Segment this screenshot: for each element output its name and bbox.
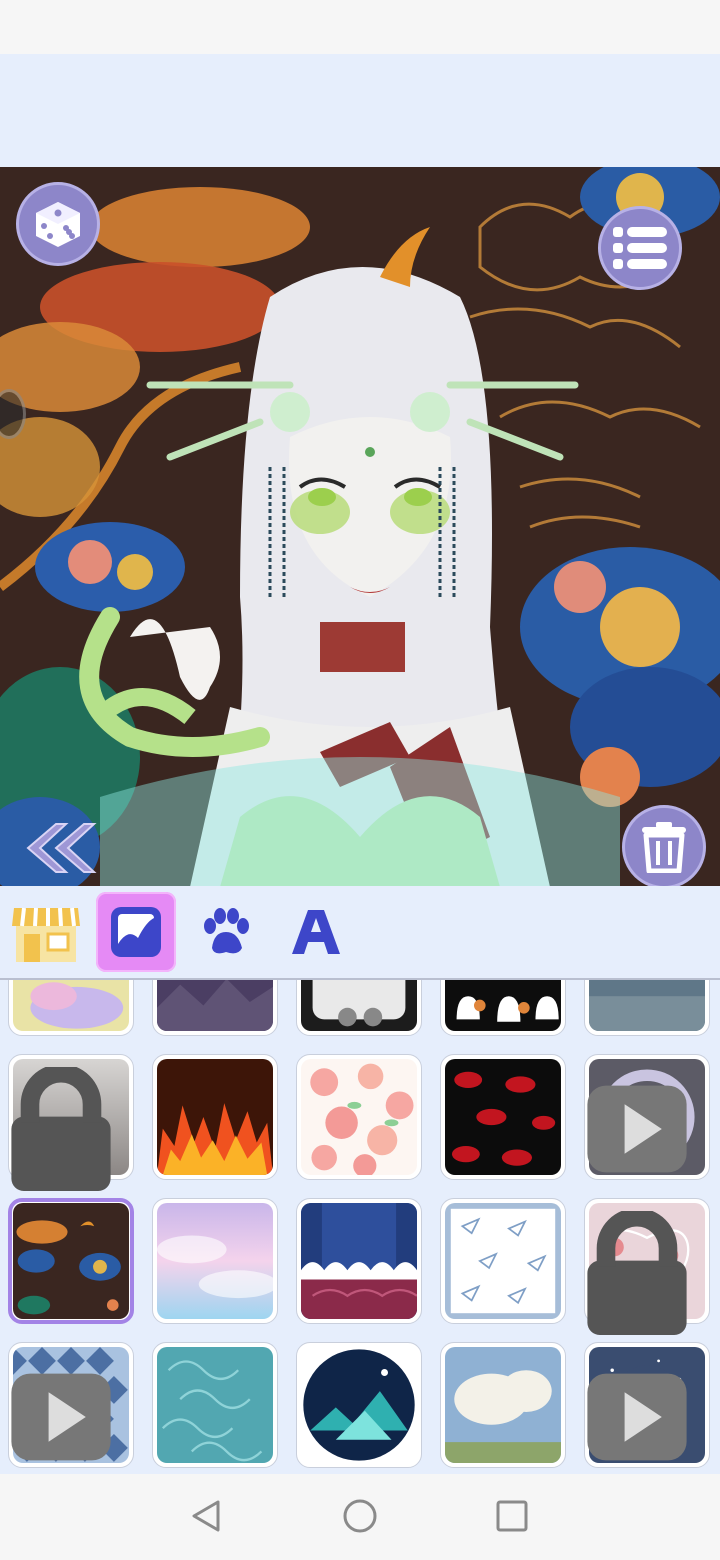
landscape-icon xyxy=(111,907,161,957)
pastel-clouds-thumbnail xyxy=(157,1203,273,1319)
bg-tile-pastel-paint[interactable] xyxy=(8,980,134,1036)
bg-tile-pastel-clouds[interactable] xyxy=(152,1198,278,1324)
pastel-paint-thumbnail xyxy=(13,980,129,1031)
square-recent-icon xyxy=(496,1500,528,1532)
bg-tile-be-different[interactable]: different xyxy=(584,1198,710,1335)
waves-thumbnail xyxy=(301,1203,417,1319)
video-unlock-icon xyxy=(587,1373,687,1461)
bg-tile-night-mountains[interactable] xyxy=(296,1342,422,1468)
bg-tile-halloween-frame[interactable] xyxy=(296,980,422,1036)
summer-clouds-thumbnail xyxy=(445,1347,561,1463)
letter-a-icon xyxy=(292,910,340,954)
tab-text[interactable] xyxy=(276,892,356,972)
delete-button[interactable] xyxy=(622,805,706,889)
tab-pets[interactable] xyxy=(186,892,266,972)
red-lips-thumbnail xyxy=(445,1059,561,1175)
lock-icon xyxy=(587,1211,687,1335)
video-unlock-icon xyxy=(587,1085,687,1173)
bg-tile-grey-mist[interactable] xyxy=(8,1054,134,1191)
category-tab-bar xyxy=(0,886,720,980)
bg-tile-fire[interactable] xyxy=(152,1054,278,1180)
teal-damask-thumbnail xyxy=(157,1347,273,1463)
bg-tile-crescent-moon[interactable] xyxy=(584,1342,710,1468)
bg-tile-ghosts[interactable] xyxy=(440,980,566,1036)
bg-tile-red-lips[interactable] xyxy=(440,1054,566,1180)
back-button[interactable] xyxy=(18,818,98,878)
bg-tile-summer-clouds[interactable] xyxy=(440,1342,566,1468)
tab-backgrounds[interactable] xyxy=(96,892,176,972)
nav-home-button[interactable] xyxy=(338,1494,382,1538)
video-unlock-icon xyxy=(11,1373,111,1461)
dice-icon xyxy=(36,202,80,247)
bg-tile-misty-sea[interactable] xyxy=(584,980,710,1036)
nav-back-button[interactable] xyxy=(184,1494,228,1538)
system-navigation-bar xyxy=(0,1474,720,1560)
triangle-back-icon xyxy=(192,1500,220,1532)
bg-tile-waves[interactable] xyxy=(296,1198,422,1324)
ghosts-thumbnail xyxy=(445,980,561,1031)
purple-mountains-thumbnail xyxy=(157,980,273,1031)
halloween-frame-thumbnail xyxy=(301,980,417,1031)
shop-icon xyxy=(12,907,80,962)
trash-icon xyxy=(642,822,686,873)
tab-shop[interactable] xyxy=(6,892,86,972)
status-bar xyxy=(0,0,720,54)
paper-planes-thumbnail xyxy=(445,1203,561,1319)
misty-sea-thumbnail xyxy=(589,980,705,1031)
bg-tile-purple-mountains[interactable] xyxy=(152,980,278,1036)
bg-tile-argyle[interactable] xyxy=(8,1342,134,1468)
bg-tile-chinese-clouds[interactable] xyxy=(8,1198,134,1324)
chinese-clouds-thumbnail xyxy=(13,1203,129,1319)
bg-tile-ring-portal[interactable] xyxy=(584,1054,710,1180)
night-mountains-thumbnail xyxy=(301,1347,417,1463)
bg-tile-teal-damask[interactable] xyxy=(152,1342,278,1468)
lock-icon xyxy=(11,1067,111,1191)
background-grid: different xyxy=(0,980,720,1474)
top-band xyxy=(0,54,720,167)
double-chevron-left-icon xyxy=(26,823,97,873)
bg-tile-paper-planes[interactable] xyxy=(440,1198,566,1324)
bg-tile-peaches[interactable] xyxy=(296,1054,422,1180)
nav-recents-button[interactable] xyxy=(490,1494,534,1538)
randomize-button[interactable] xyxy=(16,182,100,266)
circle-home-icon xyxy=(343,1499,377,1533)
peaches-thumbnail xyxy=(301,1059,417,1175)
menu-button[interactable] xyxy=(598,206,682,290)
list-menu-icon xyxy=(613,227,667,269)
paw-icon xyxy=(204,908,249,954)
fire-thumbnail xyxy=(157,1059,273,1175)
